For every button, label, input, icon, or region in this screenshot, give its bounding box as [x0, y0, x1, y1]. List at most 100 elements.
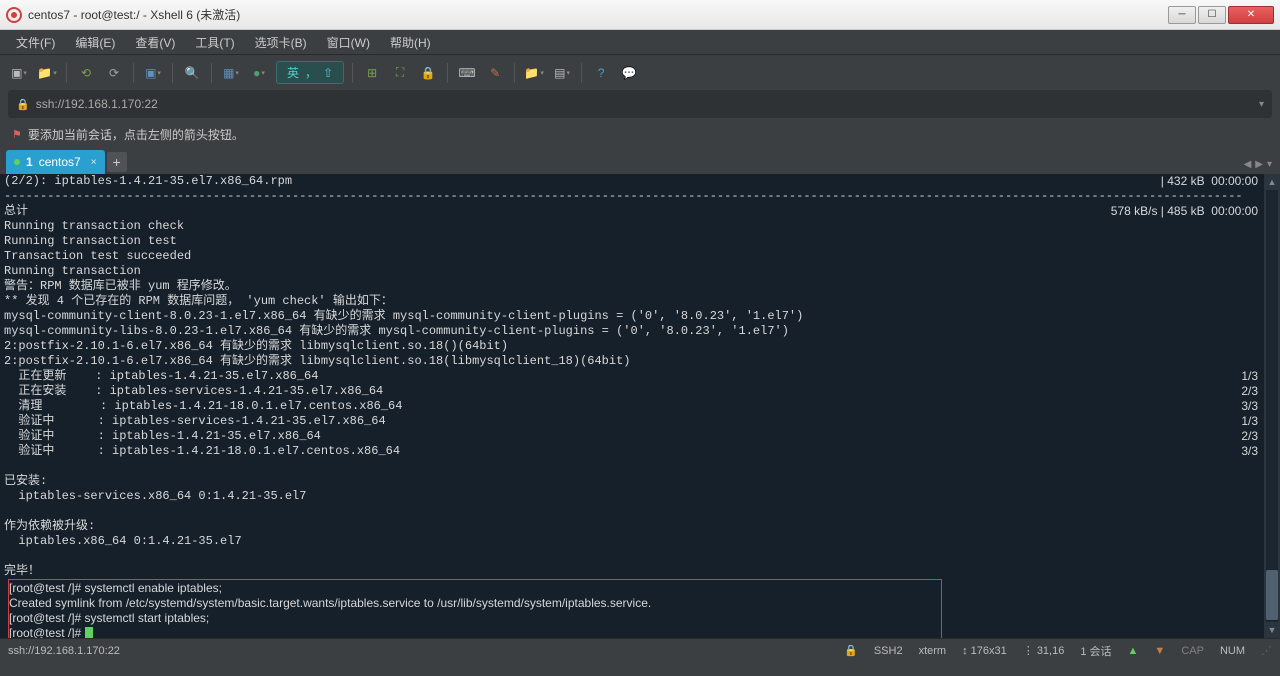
add-tab-button[interactable]: + [107, 152, 127, 172]
term-line: 总计 [4, 204, 1276, 219]
menubar: 文件(F) 编辑(E) 查看(V) 工具(T) 选项卡(B) 窗口(W) 帮助(… [0, 30, 1280, 54]
menu-help[interactable]: 帮助(H) [382, 32, 439, 53]
term-line: mysql-community-client-8.0.23-1.el7.x86_… [4, 309, 1276, 324]
resize-grip-icon[interactable]: ⋰ [1261, 644, 1272, 657]
tab-nav: ◀ ▶ ▾ [1244, 159, 1272, 170]
find-button[interactable]: 🔍 [181, 62, 203, 84]
separator [66, 63, 67, 83]
status-pos: ⋮ 31,16 [1023, 644, 1065, 657]
new-session-button[interactable]: ▣ [8, 62, 30, 84]
chat-button[interactable]: 💬 [618, 62, 640, 84]
term-line: [root@test /]# systemctl start iptables; [9, 611, 941, 626]
scroll-down-icon[interactable]: ▼ [1264, 622, 1280, 638]
keyboard-button[interactable]: ⌨ [456, 62, 478, 84]
highlight-box: [root@test /]# systemctl enable iptables… [8, 579, 942, 638]
term-line: Running transaction [4, 264, 1276, 279]
menu-file[interactable]: 文件(F) [8, 32, 63, 53]
term-line: mysql-community-libs-8.0.23-1.el7.x86_64… [4, 324, 1276, 339]
globe-button[interactable]: ● [248, 62, 270, 84]
menu-window[interactable]: 窗口(W) [319, 32, 378, 53]
disconnect-button[interactable]: ⟳ [103, 62, 125, 84]
term-line: 验证中 : iptables-1.4.21-35.el7.x86_64 [4, 429, 1276, 444]
sessions-up-icon[interactable]: ▲ [1128, 645, 1139, 657]
status-address: ssh://192.168.1.170:22 [8, 645, 120, 657]
status-proto: SSH2 [874, 645, 903, 657]
folder2-button[interactable]: 📁 [523, 62, 545, 84]
help-button[interactable]: ? [590, 62, 612, 84]
term-line: iptables-services.x86_64 0:1.4.21-35.el7 [4, 489, 1276, 504]
separator [211, 63, 212, 83]
scroll-up-icon[interactable]: ▲ [1264, 174, 1280, 190]
tab-label: centos7 [39, 155, 81, 169]
flag-icon: ⚑ [12, 128, 22, 141]
open-session-button[interactable]: 📁 [36, 62, 58, 84]
lock-button[interactable]: 🔒 [417, 62, 439, 84]
fullscreen-button[interactable]: ⛶ [389, 62, 411, 84]
term-line: 验证中 : iptables-services-1.4.21-35.el7.x8… [4, 414, 1276, 429]
minimize-button[interactable]: ─ [1168, 6, 1196, 24]
term-line: (2/2): iptables-1.4.21-35.el7.x86_64.rpm [4, 174, 1276, 189]
term-line: 警告：RPM 数据库已被非 yum 程序修改。 [4, 279, 1276, 294]
term-blank [4, 504, 1276, 519]
tab-prefix: 1 [26, 155, 33, 169]
scroll-track[interactable] [1266, 190, 1278, 622]
tab-prev-icon[interactable]: ◀ [1244, 159, 1252, 170]
term-line: 正在安装 : iptables-services-1.4.21-35.el7.x… [4, 384, 1276, 399]
toolbar: ▣ 📁 ⟲ ⟳ ▣ 🔍 ▦ ● 英 ， ⇧ ⊞ ⛶ 🔒 ⌨ ✎ 📁 ▤ ? 💬 [0, 54, 1280, 90]
maximize-button[interactable]: ☐ [1198, 6, 1226, 24]
term-right-column: | 432 kB 00:00:00 578 kB/s | 485 kB 00:0… [1111, 174, 1258, 459]
scrollbar[interactable]: ▲ ▼ [1264, 174, 1280, 638]
copy-button[interactable]: ▣ [142, 62, 164, 84]
lock-icon: 🔒 [16, 98, 30, 111]
term-blank [4, 549, 1276, 564]
term-line: 完毕！ [4, 564, 1276, 579]
statusbar: ssh://192.168.1.170:22 🔒 SSH2 xterm ↕ 17… [0, 638, 1280, 662]
tab-strip: 1 centos7 × + ◀ ▶ ▾ [0, 146, 1280, 174]
term-blank [4, 459, 1276, 474]
term-line: Running transaction check [4, 219, 1276, 234]
menu-view[interactable]: 查看(V) [127, 32, 183, 53]
separator [447, 63, 448, 83]
sessions-down-icon[interactable]: ▼ [1154, 645, 1165, 657]
tab-centos7[interactable]: 1 centos7 × [6, 150, 105, 174]
app-logo-icon [6, 7, 22, 23]
menu-tabs[interactable]: 选项卡(B) [247, 32, 315, 53]
status-sessions: 1 会话 [1080, 643, 1111, 659]
term-prompt: [root@test /]# [9, 626, 941, 638]
reconnect-button[interactable]: ⟲ [75, 62, 97, 84]
separator [352, 63, 353, 83]
scroll-thumb[interactable] [1266, 570, 1278, 620]
term-line: iptables.x86_64 0:1.4.21-35.el7 [4, 534, 1276, 549]
term-line: 2:postfix-2.10.1-6.el7.x86_64 有缺少的需求 lib… [4, 339, 1276, 354]
term-line: 已安装: [4, 474, 1276, 489]
term-line: ** 发现 4 个已存在的 RPM 数据库问题， 'yum check' 输出如… [4, 294, 1276, 309]
separator [514, 63, 515, 83]
status-term: xterm [919, 645, 947, 657]
highlight-button[interactable]: ✎ [484, 62, 506, 84]
window-buttons: ─ ☐ ✕ [1168, 6, 1274, 24]
terminal[interactable]: (2/2): iptables-1.4.21-35.el7.x86_64.rpm… [0, 174, 1280, 638]
grid-button[interactable]: ⊞ [361, 62, 383, 84]
color-button[interactable]: ▦ [220, 62, 242, 84]
window-title: centos7 - root@test:/ - Xshell 6 (未激活) [28, 6, 1168, 23]
tab-list-icon[interactable]: ▾ [1267, 159, 1272, 170]
menu-tools[interactable]: 工具(T) [187, 32, 242, 53]
address-dropdown[interactable]: ▾ [1259, 99, 1264, 110]
address-text: ssh://192.168.1.170:22 [36, 97, 1253, 111]
close-button[interactable]: ✕ [1228, 6, 1274, 24]
ime-lang: 英 [287, 64, 299, 81]
tab-close-icon[interactable]: × [91, 157, 97, 168]
hint-bar: ⚑ 要添加当前会话，点击左侧的箭头按钮。 [0, 122, 1280, 146]
ime-indicator[interactable]: 英 ， ⇧ [276, 61, 344, 84]
term-line: 验证中 : iptables-1.4.21-18.0.1.el7.centos.… [4, 444, 1276, 459]
address-bar[interactable]: 🔒 ssh://192.168.1.170:22 ▾ [8, 90, 1272, 118]
layout-button[interactable]: ▤ [551, 62, 573, 84]
tab-next-icon[interactable]: ▶ [1255, 159, 1263, 170]
hint-text: 要添加当前会话，点击左侧的箭头按钮。 [28, 126, 244, 143]
separator [172, 63, 173, 83]
term-line: 清理 : iptables-1.4.21-18.0.1.el7.centos.x… [4, 399, 1276, 414]
term-line: [root@test /]# systemctl enable iptables… [9, 581, 941, 596]
menu-edit[interactable]: 编辑(E) [67, 32, 123, 53]
lock-icon: 🔒 [844, 644, 858, 657]
term-line: Running transaction test [4, 234, 1276, 249]
